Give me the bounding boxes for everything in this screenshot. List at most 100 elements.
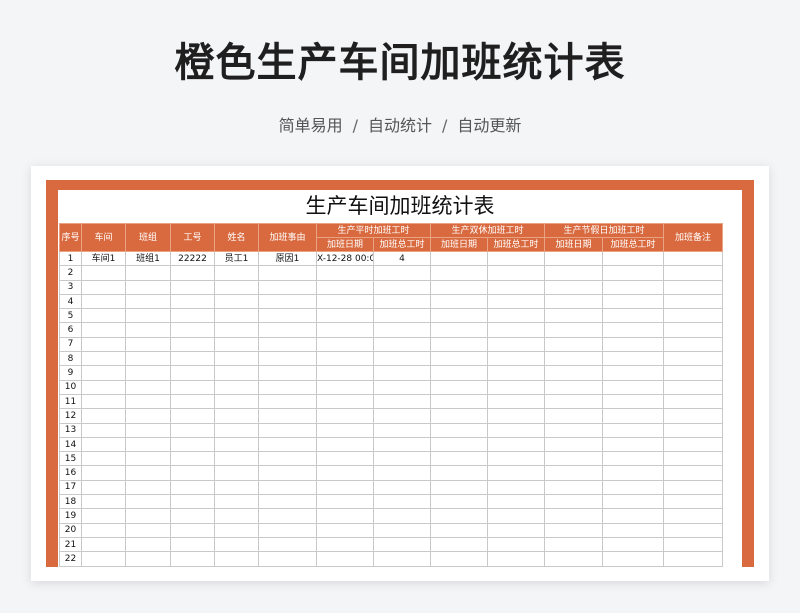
cell-workshop[interactable] bbox=[81, 551, 126, 567]
cell-reason[interactable] bbox=[258, 508, 317, 524]
cell-hd-date[interactable] bbox=[544, 408, 604, 424]
cell-reason[interactable] bbox=[258, 565, 317, 567]
cell-we-hours[interactable] bbox=[487, 422, 546, 438]
cell-hd-hours[interactable] bbox=[602, 293, 665, 310]
cell-we-date[interactable] bbox=[430, 365, 489, 381]
cell-employee-id[interactable] bbox=[170, 451, 215, 467]
cell-wd-date[interactable] bbox=[316, 465, 374, 481]
cell-hd-date[interactable] bbox=[544, 422, 604, 438]
cell-team[interactable] bbox=[125, 551, 171, 567]
cell-reason[interactable] bbox=[258, 494, 317, 510]
cell-team[interactable] bbox=[125, 408, 171, 424]
cell-wd-date[interactable] bbox=[316, 393, 374, 410]
cell-employee-id[interactable] bbox=[170, 351, 215, 367]
cell-employee-id[interactable] bbox=[170, 436, 215, 453]
cell-wd-date[interactable] bbox=[316, 479, 374, 496]
cell-team[interactable]: 班组1 bbox=[125, 250, 171, 267]
cell-hd-hours[interactable] bbox=[602, 551, 665, 567]
cell-seq[interactable]: 5 bbox=[59, 308, 82, 324]
cell-wd-date[interactable] bbox=[316, 494, 374, 510]
cell-workshop[interactable] bbox=[81, 279, 126, 295]
cell-seq[interactable]: 17 bbox=[59, 479, 82, 496]
cell-reason[interactable] bbox=[258, 279, 317, 295]
cell-wd-hours[interactable] bbox=[372, 508, 432, 524]
cell-name[interactable] bbox=[214, 336, 259, 353]
cell-seq[interactable]: 1 bbox=[59, 250, 82, 267]
cell-wd-hours[interactable] bbox=[372, 322, 432, 338]
cell-name[interactable] bbox=[214, 494, 259, 510]
cell-name[interactable] bbox=[214, 565, 259, 567]
cell-seq[interactable]: 11 bbox=[59, 393, 82, 410]
cell-we-hours[interactable] bbox=[487, 551, 546, 567]
cell-hd-hours[interactable] bbox=[602, 379, 665, 395]
cell-wd-hours[interactable] bbox=[372, 479, 432, 496]
cell-team[interactable] bbox=[125, 479, 171, 496]
cell-wd-hours[interactable] bbox=[372, 393, 432, 410]
cell-hd-hours[interactable] bbox=[602, 351, 665, 367]
cell-hd-hours[interactable] bbox=[602, 250, 665, 267]
cell-hd-date[interactable] bbox=[544, 336, 604, 353]
cell-workshop[interactable] bbox=[81, 479, 126, 496]
cell-remark[interactable] bbox=[663, 379, 724, 395]
cell-name[interactable] bbox=[214, 365, 259, 381]
cell-name[interactable] bbox=[214, 265, 259, 281]
cell-we-hours[interactable] bbox=[487, 393, 546, 410]
cell-employee-id[interactable] bbox=[170, 551, 215, 567]
cell-name[interactable] bbox=[214, 393, 259, 410]
cell-team[interactable] bbox=[125, 265, 171, 281]
cell-remark[interactable] bbox=[663, 551, 724, 567]
cell-we-hours[interactable] bbox=[487, 408, 546, 424]
cell-remark[interactable] bbox=[663, 494, 724, 510]
cell-wd-date[interactable] bbox=[316, 551, 374, 567]
cell-reason[interactable] bbox=[258, 551, 317, 567]
cell-hd-date[interactable] bbox=[544, 522, 604, 538]
cell-hd-date[interactable] bbox=[544, 393, 604, 410]
cell-hd-hours[interactable] bbox=[602, 465, 665, 481]
cell-hd-date[interactable] bbox=[544, 465, 604, 481]
cell-we-hours[interactable] bbox=[487, 293, 546, 310]
cell-remark[interactable] bbox=[663, 508, 724, 524]
cell-we-hours[interactable] bbox=[487, 436, 546, 453]
cell-wd-date[interactable]: X-12-28 00:0 bbox=[316, 250, 374, 267]
cell-wd-hours[interactable] bbox=[372, 293, 432, 310]
cell-hd-date[interactable] bbox=[544, 351, 604, 367]
cell-seq[interactable]: 13 bbox=[59, 422, 82, 438]
cell-name[interactable] bbox=[214, 293, 259, 310]
cell-wd-hours[interactable] bbox=[372, 336, 432, 353]
cell-wd-date[interactable] bbox=[316, 565, 374, 567]
cell-team[interactable] bbox=[125, 565, 171, 567]
cell-reason[interactable] bbox=[258, 422, 317, 438]
cell-remark[interactable] bbox=[663, 351, 724, 367]
cell-we-date[interactable] bbox=[430, 522, 489, 538]
cell-employee-id[interactable] bbox=[170, 379, 215, 395]
cell-workshop[interactable] bbox=[81, 393, 126, 410]
cell-workshop[interactable] bbox=[81, 451, 126, 467]
cell-hd-hours[interactable] bbox=[602, 422, 665, 438]
cell-hd-hours[interactable] bbox=[602, 494, 665, 510]
cell-hd-hours[interactable] bbox=[602, 536, 665, 553]
cell-we-date[interactable] bbox=[430, 322, 489, 338]
cell-we-hours[interactable] bbox=[487, 351, 546, 367]
cell-name[interactable] bbox=[214, 551, 259, 567]
cell-wd-date[interactable] bbox=[316, 322, 374, 338]
cell-employee-id[interactable] bbox=[170, 465, 215, 481]
cell-name[interactable] bbox=[214, 465, 259, 481]
cell-workshop[interactable] bbox=[81, 336, 126, 353]
cell-team[interactable] bbox=[125, 379, 171, 395]
cell-team[interactable] bbox=[125, 508, 171, 524]
cell-we-date[interactable] bbox=[430, 393, 489, 410]
cell-we-hours[interactable] bbox=[487, 279, 546, 295]
cell-wd-date[interactable] bbox=[316, 308, 374, 324]
cell-we-date[interactable] bbox=[430, 408, 489, 424]
cell-remark[interactable] bbox=[663, 479, 724, 496]
cell-remark[interactable] bbox=[663, 322, 724, 338]
cell-seq[interactable]: 18 bbox=[59, 494, 82, 510]
cell-team[interactable] bbox=[125, 522, 171, 538]
cell-reason[interactable] bbox=[258, 365, 317, 381]
cell-name[interactable] bbox=[214, 436, 259, 453]
cell-seq[interactable]: 10 bbox=[59, 379, 82, 395]
cell-name[interactable] bbox=[214, 279, 259, 295]
cell-we-date[interactable] bbox=[430, 250, 489, 267]
cell-wd-date[interactable] bbox=[316, 293, 374, 310]
cell-we-hours[interactable] bbox=[487, 479, 546, 496]
